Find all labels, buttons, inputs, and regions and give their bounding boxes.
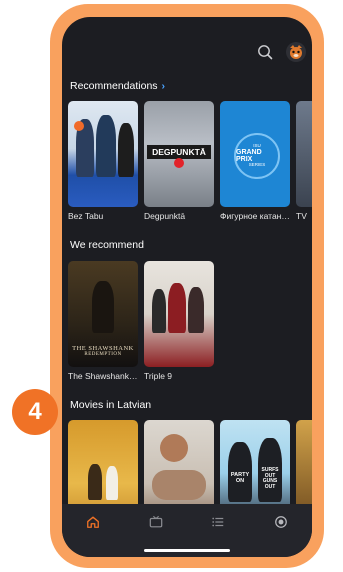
item-caption: The Shawshank Redemption [68,371,138,381]
list-item[interactable]: ISU GRAND PRIX SERIES Фигурное катание [220,101,290,221]
tab-tv[interactable] [146,514,166,530]
poster-degpunkta: DEGPUNKTĀ [144,101,214,207]
tab-record[interactable] [271,514,291,530]
tab-list[interactable] [208,514,228,530]
list-item[interactable]: TV [296,101,312,221]
list-item[interactable]: DEGPUNKTĀ Degpunktā [144,101,214,221]
item-caption: TV [296,211,307,221]
grand-prix-logo: ISU GRAND PRIX SERIES [234,133,280,179]
section-title-we-recommend: We recommend [70,239,144,251]
search-icon[interactable] [257,44,273,60]
list-item[interactable]: Triple 9 [144,261,214,381]
list-item[interactable]: THE SHAWSHANK REDEMPTION The Shawshank R… [68,261,138,381]
profile-avatar[interactable] [286,42,306,62]
poster-tv [296,101,312,207]
list-item[interactable]: Bez Tabu [68,101,138,221]
poster-title-text: DEGPUNKTĀ [147,145,211,159]
item-caption: Bez Tabu [68,211,104,221]
home-icon [87,516,100,528]
chevron-right-icon[interactable]: › [162,80,166,92]
item-caption: Фигурное катание [220,211,290,221]
we-recommend-row: THE SHAWSHANK REDEMPTION The Shawshank R… [68,261,214,381]
poster-triple-9 [144,261,214,367]
section-title-recommendations[interactable]: Recommendations › [70,80,165,92]
tab-home[interactable] [83,514,103,530]
item-caption: Triple 9 [144,371,173,381]
record-icon [274,516,287,528]
list-icon [212,517,224,527]
poster-bez-tabu [68,101,138,207]
step-number-badge: 4 [12,389,58,435]
recommendations-row: Bez Tabu DEGPUNKTĀ Degpunktā ISU GRAND P… [68,101,312,221]
item-caption: Degpunktā [144,211,186,221]
app-screen: Recommendations › Bez Tabu DEGPUNKTĀ Degp… [62,17,312,557]
section-title-movies-in-latvian: Movies in Latvian [70,399,152,411]
cat-face-icon [290,45,302,59]
poster-shawshank: THE SHAWSHANK REDEMPTION [68,261,138,367]
home-indicator [144,549,230,552]
tv-icon [149,515,163,528]
poster-figure-skating: ISU GRAND PRIX SERIES [220,101,290,207]
